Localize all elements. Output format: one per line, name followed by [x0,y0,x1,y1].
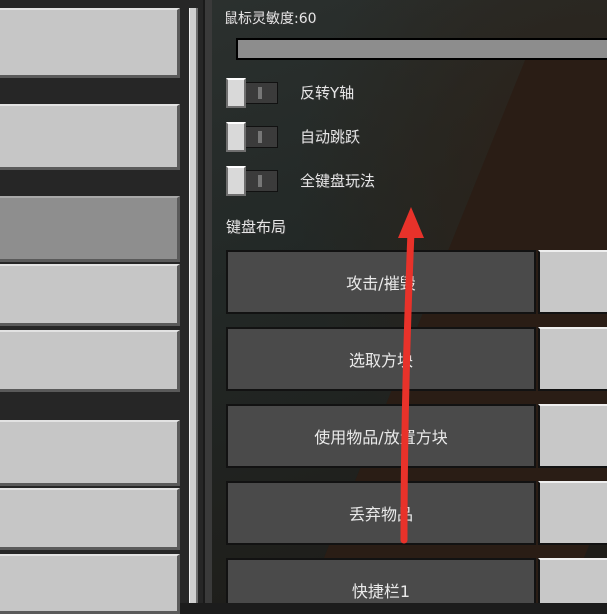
panel-divider [203,0,212,603]
full-keyboard-toggle[interactable] [226,166,280,196]
keybind-pick-block-key[interactable] [538,327,607,391]
keybind-drop-item-key[interactable] [538,481,607,545]
sidebar-button[interactable] [0,8,180,78]
auto-jump-toggle[interactable] [226,122,280,152]
keybind-attack-key[interactable] [538,250,607,314]
sidebar-button[interactable] [0,104,180,170]
sidebar-button[interactable] [0,554,180,614]
auto-jump-label: 自动跳跃 [300,128,361,146]
mouse-sensitivity-label: 鼠标灵敏度:60 [224,11,317,27]
toggle-knob [226,122,246,152]
settings-sidebar [0,0,203,614]
sidebar-button[interactable] [0,264,180,326]
sidebar-button[interactable] [0,488,180,550]
sidebar-button[interactable] [0,330,180,392]
keybind-hotbar1-button[interactable]: 快捷栏1 [226,558,536,603]
sidebar-button-selected[interactable] [0,196,180,262]
toggle-knob [226,78,246,108]
keybind-use-item-button[interactable]: 使用物品/放置方块 [226,404,536,468]
keybind-pick-block-button[interactable]: 选取方块 [226,327,536,391]
keyboard-layout-heading: 键盘布局 [226,218,287,236]
mouse-sensitivity-slider[interactable] [236,38,607,60]
keybind-attack-button[interactable]: 攻击/摧毁 [226,250,536,314]
keybind-hotbar1-key[interactable] [538,558,607,603]
sidebar-button[interactable] [0,420,180,486]
toggle-knob [226,166,246,196]
full-keyboard-label: 全键盘玩法 [300,172,376,190]
invert-y-label: 反转Y轴 [300,84,355,102]
sidebar-scrollbar[interactable] [189,8,198,603]
keybind-drop-item-button[interactable]: 丢弃物品 [226,481,536,545]
controls-settings-panel: 鼠标灵敏度:60 反转Y轴 自动跳跃 全键盘玩法 键盘布局 攻击/摧毁 选取方块… [212,0,607,603]
keybind-use-item-key[interactable] [538,404,607,468]
invert-y-toggle[interactable] [226,78,280,108]
